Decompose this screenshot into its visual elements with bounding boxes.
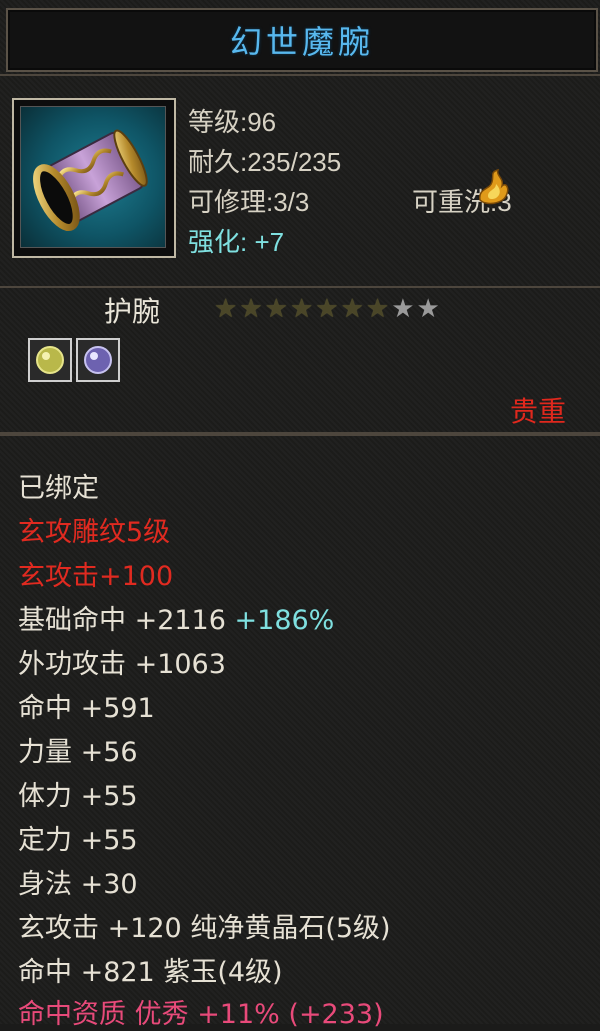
gem-bonus-1: 玄攻击 +120 纯净黄晶石(5级) bbox=[18, 913, 391, 944]
gem-bonus-2: 命中 +821 紫玉(4级) bbox=[18, 957, 283, 988]
outer-attack: 外功攻击 +1063 bbox=[18, 649, 226, 680]
engrave-line: 玄攻雕纹5级 bbox=[18, 517, 171, 548]
item-durability: 耐久:235/235 bbox=[188, 147, 342, 177]
star-icon: ★ bbox=[264, 294, 288, 324]
item-type: 护腕 bbox=[104, 295, 161, 328]
aptitude-value: +11% (+233) bbox=[197, 999, 384, 1030]
item-level: 等级:96 bbox=[188, 107, 277, 137]
item-repair: 可修理:3/3 bbox=[188, 187, 310, 217]
star-icon: ★ bbox=[416, 294, 440, 324]
bound-status: 已绑定 bbox=[18, 473, 99, 504]
focus: 定力 +55 bbox=[18, 825, 138, 856]
star-icon: ★ bbox=[214, 294, 238, 324]
item-enhance: 强化: +7 bbox=[188, 227, 285, 257]
item-tooltip: 幻世魔腕 等级:96 耐久:235/235 可修理:3/3 可重洗:3 强化: … bbox=[0, 0, 600, 1030]
star-icon: ★ bbox=[391, 294, 415, 324]
title-bar: 幻世魔腕 bbox=[6, 8, 598, 72]
attribute-list: 已绑定 玄攻雕纹5级 玄攻击+100 基础命中 +2116 +186% 外功攻击… bbox=[0, 434, 600, 1030]
hit: 命中 +591 bbox=[18, 693, 155, 724]
stamina: 体力 +55 bbox=[18, 781, 138, 812]
star-rating: ★ ★ ★ ★ ★ ★ ★ ★ ★ bbox=[214, 294, 440, 324]
purple-gem-icon bbox=[76, 338, 120, 382]
base-hit-pct: +186% bbox=[234, 605, 335, 636]
item-rarity: 贵重 bbox=[509, 395, 566, 428]
star-icon: ★ bbox=[239, 294, 263, 324]
item-name: 幻世魔腕 bbox=[229, 23, 374, 61]
star-icon: ★ bbox=[289, 294, 314, 324]
engrave-bonus: 玄攻击+100 bbox=[18, 561, 174, 592]
base-hit: 基础命中 +2116 +186% bbox=[18, 598, 334, 637]
agility: 身法 +30 bbox=[18, 869, 138, 900]
bracer-item-icon bbox=[20, 106, 166, 248]
aptitude: 命中资质 优秀 +11% (+233) bbox=[18, 992, 384, 1031]
base-hit-label: 基础命中 +2116 bbox=[18, 605, 226, 636]
flame-badge-icon bbox=[472, 166, 516, 210]
star-icon: ★ bbox=[365, 294, 390, 324]
item-header: 等级:96 耐久:235/235 可修理:3/3 可重洗:3 强化: +7 bbox=[0, 74, 600, 288]
strength: 力量 +56 bbox=[18, 737, 138, 768]
star-icon: ★ bbox=[340, 294, 364, 324]
yellow-gem-icon bbox=[28, 338, 72, 382]
item-icon-frame bbox=[12, 98, 176, 258]
type-section: 护腕 ★ ★ ★ ★ ★ ★ ★ ★ ★ 贵重 bbox=[0, 286, 600, 434]
star-icon: ★ bbox=[315, 294, 339, 324]
aptitude-label: 命中资质 优秀 bbox=[18, 999, 189, 1030]
